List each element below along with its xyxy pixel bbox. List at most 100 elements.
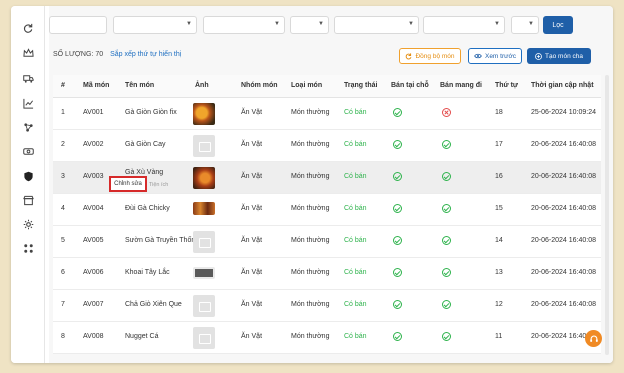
edit-item-button[interactable]: Chỉnh sửa — [109, 176, 147, 192]
cell-code: AV003 — [83, 173, 104, 180]
refresh-icon[interactable] — [21, 21, 35, 35]
cell-name: Gà Xù Vàng — [125, 169, 164, 176]
cell-status: Có bán — [344, 141, 367, 148]
cell-code: AV005 — [83, 237, 104, 244]
cell-group: Ăn Vặt — [241, 333, 263, 340]
table-row[interactable]: 2 AV002 Gà Giòn Cay Ăn Vặt Món thường Có bán 1… — [53, 130, 601, 162]
check-circle-icon — [393, 300, 402, 309]
x-circle-icon — [442, 108, 451, 117]
check-circle-icon — [393, 108, 402, 117]
headset-icon — [589, 335, 598, 342]
filter-select-3[interactable]: ▼ — [290, 16, 329, 34]
store-icon[interactable] — [21, 193, 35, 207]
table-row[interactable]: 3 AV003 Gà Xù Vàng Ăn Vặt Món thường Có bán 16… — [53, 162, 601, 194]
cell-status: Có bán — [344, 109, 367, 116]
create-parent-item-label: Tạo món cha — [545, 52, 583, 60]
cell-order: 13 — [495, 269, 503, 276]
apply-filter-button[interactable]: Lọc — [543, 16, 573, 34]
chevron-down-icon: ▼ — [186, 21, 192, 27]
column-header: Loại món — [291, 82, 323, 89]
item-thumbnail — [193, 103, 215, 125]
column-header: Ảnh — [195, 82, 209, 89]
table-row[interactable]: 5 AV005 Sườn Gà Truyền Thống Ăn Vặt Món thườ… — [53, 226, 601, 258]
preview-button[interactable]: Xem trước — [468, 48, 522, 64]
cell-status: Có bán — [344, 333, 367, 340]
cell-status: Có bán — [344, 205, 367, 212]
apps-icon[interactable] — [21, 241, 35, 255]
cell-code: AV008 — [83, 333, 104, 340]
sync-items-button[interactable]: Đồng bộ món — [399, 48, 461, 64]
filter-select-5[interactable]: ▼ — [423, 16, 505, 34]
cell-group: Ăn Vặt — [241, 205, 263, 212]
settings-icon[interactable] — [21, 217, 35, 231]
filter-select-4[interactable]: ▼ — [334, 16, 419, 34]
image-placeholder-icon — [193, 295, 215, 317]
cell-group: Ăn Vặt — [241, 237, 263, 244]
cell-type: Món thường — [291, 333, 330, 340]
crown-icon[interactable] — [21, 46, 35, 60]
money-icon[interactable] — [21, 144, 35, 158]
cell-idx: 6 — [61, 269, 65, 276]
cell-updated: 20-06-2024 16:40:08 — [531, 301, 596, 308]
create-parent-item-button[interactable]: Tạo món cha — [527, 48, 591, 64]
chevron-down-icon: ▼ — [408, 21, 414, 27]
cell-updated: 20-06-2024 16:40:08 — [531, 141, 596, 148]
preview-label: Xem trước — [484, 52, 516, 60]
sort-order-link[interactable]: Sắp xếp thứ tự hiển thị — [110, 51, 181, 58]
cell-type: Món thường — [291, 173, 330, 180]
cell-idx: 5 — [61, 237, 65, 244]
check-circle-icon — [442, 204, 451, 213]
cell-type: Món thường — [291, 301, 330, 308]
check-circle-icon — [442, 300, 451, 309]
check-circle-icon — [393, 140, 402, 149]
summary-row: SỐ LƯỢNG: 70 Sắp xếp thứ tự hiển thị — [53, 51, 181, 58]
filter-select-1[interactable]: ▼ — [113, 16, 197, 34]
column-header: Bán mang đi — [440, 82, 483, 89]
check-circle-icon — [393, 268, 402, 277]
check-circle-icon — [442, 140, 451, 149]
cell-type: Món thường — [291, 109, 330, 116]
table-row[interactable]: 7 AV007 Chả Giò Xiên Que Ăn Vặt Món thường Có… — [53, 290, 601, 322]
item-thumbnail — [193, 202, 215, 215]
cell-status: Có bán — [344, 301, 367, 308]
table-row[interactable]: 6 AV006 Khoai Tây Lắc Ăn Vặt Món thường Có bá… — [53, 258, 601, 290]
network-icon[interactable] — [21, 120, 35, 134]
cell-code: AV001 — [83, 109, 104, 116]
cell-name: Chả Giò Xiên Que — [125, 301, 182, 308]
cell-name: Gà Giòn Cay — [125, 141, 166, 148]
utilities-menu[interactable]: Tiện ích — [149, 182, 168, 188]
truck-icon[interactable] — [21, 71, 35, 85]
table-row[interactable]: 1 AV001 Gà Giòn Giòn fix Ăn Vặt Món thường Có… — [53, 98, 601, 130]
cell-idx: 4 — [61, 205, 65, 212]
check-circle-icon — [393, 236, 402, 245]
cell-code: AV007 — [83, 301, 104, 308]
cell-order: 11 — [495, 333, 503, 340]
cell-order: 15 — [495, 205, 503, 212]
table-row[interactable]: 4 AV004 Đùi Gà Chicky Ăn Vặt Món thường Có bá… — [53, 194, 601, 226]
cell-idx: 2 — [61, 141, 65, 148]
cell-updated: 20-06-2024 16:40:08 — [531, 269, 596, 276]
chevron-down-icon: ▼ — [494, 21, 500, 27]
eye-icon — [474, 53, 482, 59]
column-header: Trạng thái — [344, 82, 378, 89]
filter-select-2[interactable]: ▼ — [203, 16, 285, 34]
sidebar — [11, 6, 45, 363]
cell-type: Món thường — [291, 237, 330, 244]
column-header: # — [61, 82, 65, 89]
check-circle-icon — [393, 332, 402, 341]
filter-input-1[interactable] — [49, 16, 107, 34]
item-thumbnail — [193, 267, 215, 279]
filter-select-6[interactable]: ▼ — [511, 16, 539, 34]
cell-group: Ăn Vặt — [241, 173, 263, 180]
cell-group: Ăn Vặt — [241, 269, 263, 276]
table-row[interactable]: 8 AV008 Nugget Cá Ăn Vặt Món thường Có bán 11 2… — [53, 322, 601, 354]
cell-group: Ăn Vặt — [241, 301, 263, 308]
shield-icon[interactable] — [21, 169, 35, 183]
support-float-button[interactable] — [585, 330, 602, 347]
cell-type: Món thường — [291, 141, 330, 148]
scrollbar[interactable] — [605, 75, 609, 355]
column-header: Thời gian cập nhật — [531, 82, 594, 89]
chevron-down-icon: ▼ — [318, 21, 324, 27]
cell-idx: 3 — [61, 173, 65, 180]
chart-icon[interactable] — [21, 96, 35, 110]
